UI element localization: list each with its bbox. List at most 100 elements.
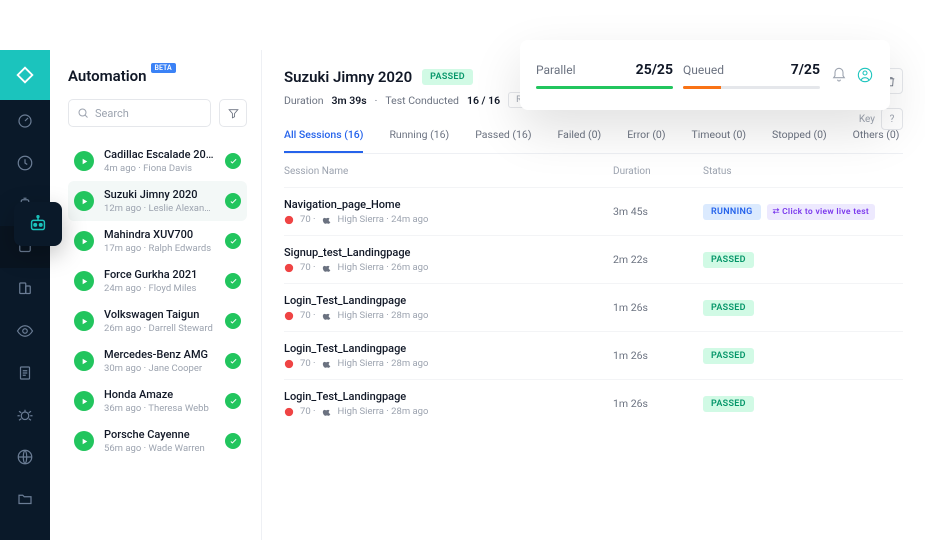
session-tabs: All Sessions (16) Running (16) Passed (16)… xyxy=(284,128,903,154)
build-status-icon xyxy=(74,191,94,211)
check-icon xyxy=(225,433,241,449)
rail-visual[interactable] xyxy=(0,310,50,352)
build-item[interactable]: Volkswagen Taigun 26m ago · Darrell Stew… xyxy=(68,301,247,341)
tab[interactable]: Stopped (0) xyxy=(772,128,827,153)
tab[interactable]: Failed (0) xyxy=(557,128,601,153)
duration-label: Duration xyxy=(284,94,324,107)
session-duration: 1m 26s xyxy=(613,397,703,410)
apple-icon xyxy=(322,407,332,417)
rail-docs[interactable] xyxy=(0,352,50,394)
logo-icon[interactable] xyxy=(0,50,50,100)
live-badge[interactable]: ⮂ Click to view live test xyxy=(767,204,875,220)
build-meta: 56m ago · Wade Warren xyxy=(104,443,215,454)
session-meta: 70 · High Sierra · 28m ago xyxy=(284,406,613,417)
session-status-badge: PASSED xyxy=(703,300,754,316)
session-meta: 70 · High Sierra · 28m ago xyxy=(284,310,613,321)
help-button[interactable]: ? xyxy=(881,108,903,130)
rail-bug[interactable] xyxy=(0,394,50,436)
automation-icon-active[interactable] xyxy=(14,202,62,246)
queued-label: Queued xyxy=(683,63,724,77)
chrome-icon xyxy=(284,311,294,321)
build-item[interactable]: Force Gurkha 2021 24m ago · Floyd Miles xyxy=(68,261,247,301)
nav-rail xyxy=(0,50,50,540)
session-row[interactable]: Login_Test_Landingpage 70 · High Sierra … xyxy=(284,283,903,331)
search-icon xyxy=(77,107,89,119)
tab[interactable]: All Sessions (16) xyxy=(284,128,363,153)
build-name: Mahindra XUV700 xyxy=(104,228,215,241)
check-icon xyxy=(225,393,241,409)
build-title: Suzuki Jimny 2020 xyxy=(284,68,412,86)
apple-icon xyxy=(322,263,332,273)
session-row[interactable]: Signup_test_Landingpage 70 · High Sierra… xyxy=(284,235,903,283)
session-meta: 70 · High Sierra · 28m ago xyxy=(284,358,613,369)
apple-icon xyxy=(322,359,332,369)
build-item[interactable]: Honda Amaze 36m ago · Theresa Webb xyxy=(68,381,247,421)
main-content: Suzuki Jimny 2020 PASSED Duration 3m 39s… xyxy=(262,50,925,540)
filter-button[interactable] xyxy=(219,99,247,127)
session-row[interactable]: Login_Test_Landingpage 70 · High Sierra … xyxy=(284,331,903,379)
check-icon xyxy=(225,353,241,369)
col-status: Status xyxy=(703,166,903,177)
session-meta: 70 · High Sierra · 26m ago xyxy=(284,262,613,273)
check-icon xyxy=(225,273,241,289)
build-name: Mercedes-Benz AMG xyxy=(104,348,215,361)
build-status-icon xyxy=(74,431,94,451)
build-meta: 12m ago · Leslie Alexander xyxy=(104,203,215,214)
build-meta: 26m ago · Darrell Steward xyxy=(104,323,215,334)
session-table: Navigation_page_Home 70 · High Sierra · … xyxy=(284,187,903,427)
session-duration: 2m 22s xyxy=(613,253,703,266)
build-status-badge: PASSED xyxy=(422,69,473,85)
build-item[interactable]: Porsche Cayenne 56m ago · Wade Warren xyxy=(68,421,247,461)
session-row[interactable]: Login_Test_Landingpage 70 · High Sierra … xyxy=(284,379,903,427)
build-list: Cadillac Escalade 2002 4m ago · Fiona Da… xyxy=(68,141,247,461)
build-meta: 30m ago · Jane Cooper xyxy=(104,363,215,374)
session-meta: 70 · High Sierra · 24m ago xyxy=(284,214,613,225)
tests-value: 16 / 16 xyxy=(467,94,500,107)
col-duration: Duration xyxy=(613,166,703,177)
tab[interactable]: Others (0) xyxy=(853,128,900,153)
session-row[interactable]: Navigation_page_Home 70 · High Sierra · … xyxy=(284,187,903,235)
tab[interactable]: Error (0) xyxy=(627,128,665,153)
tab[interactable]: Timeout (0) xyxy=(691,128,746,153)
stats-card: Parallel 25/25 Queued 7/25 xyxy=(520,40,890,110)
build-item[interactable]: Mercedes-Benz AMG 30m ago · Jane Cooper xyxy=(68,341,247,381)
build-item[interactable]: Cadillac Escalade 2002 4m ago · Fiona Da… xyxy=(68,141,247,181)
build-item[interactable]: Mahindra XUV700 17m ago · Ralph Edwards xyxy=(68,221,247,261)
build-status-icon xyxy=(74,151,94,171)
build-item[interactable]: Suzuki Jimny 2020 12m ago · Leslie Alexa… xyxy=(68,181,247,221)
session-name: Login_Test_Landingpage xyxy=(284,294,613,307)
build-list-panel: Automation BETA Search Cadillac Escalade… xyxy=(50,50,262,540)
rail-globe[interactable] xyxy=(0,436,50,478)
col-session-name: Session Name xyxy=(284,166,613,177)
session-name: Login_Test_Landingpage xyxy=(284,390,613,403)
bell-icon[interactable] xyxy=(830,66,848,84)
user-icon[interactable] xyxy=(856,66,874,84)
build-status-icon xyxy=(74,311,94,331)
build-meta: 24m ago · Floyd Miles xyxy=(104,283,215,294)
rail-history[interactable] xyxy=(0,142,50,184)
check-icon xyxy=(225,193,241,209)
build-meta: 17m ago · Ralph Edwards xyxy=(104,243,215,254)
tab[interactable]: Passed (16) xyxy=(475,128,531,153)
build-name: Cadillac Escalade 2002 xyxy=(104,148,215,161)
chrome-icon xyxy=(284,215,294,225)
check-icon xyxy=(225,313,241,329)
check-icon xyxy=(225,153,241,169)
tests-label: Test Conducted xyxy=(385,94,459,107)
build-status-icon xyxy=(74,391,94,411)
rail-devices[interactable] xyxy=(0,268,50,310)
key-label[interactable]: Key xyxy=(859,114,875,125)
build-name: Honda Amaze xyxy=(104,388,215,401)
rail-folder[interactable] xyxy=(0,478,50,520)
parallel-value: 25/25 xyxy=(636,62,673,78)
session-status-badge: RUNNING xyxy=(703,204,761,220)
session-status-badge: PASSED xyxy=(703,348,754,364)
tab[interactable]: Running (16) xyxy=(389,128,449,153)
session-status-badge: PASSED xyxy=(703,396,754,412)
search-input[interactable]: Search xyxy=(68,99,211,127)
rail-dashboard[interactable] xyxy=(0,100,50,142)
build-name: Volkswagen Taigun xyxy=(104,308,215,321)
session-status-badge: PASSED xyxy=(703,252,754,268)
build-name: Force Gurkha 2021 xyxy=(104,268,215,281)
build-status-icon xyxy=(74,271,94,291)
